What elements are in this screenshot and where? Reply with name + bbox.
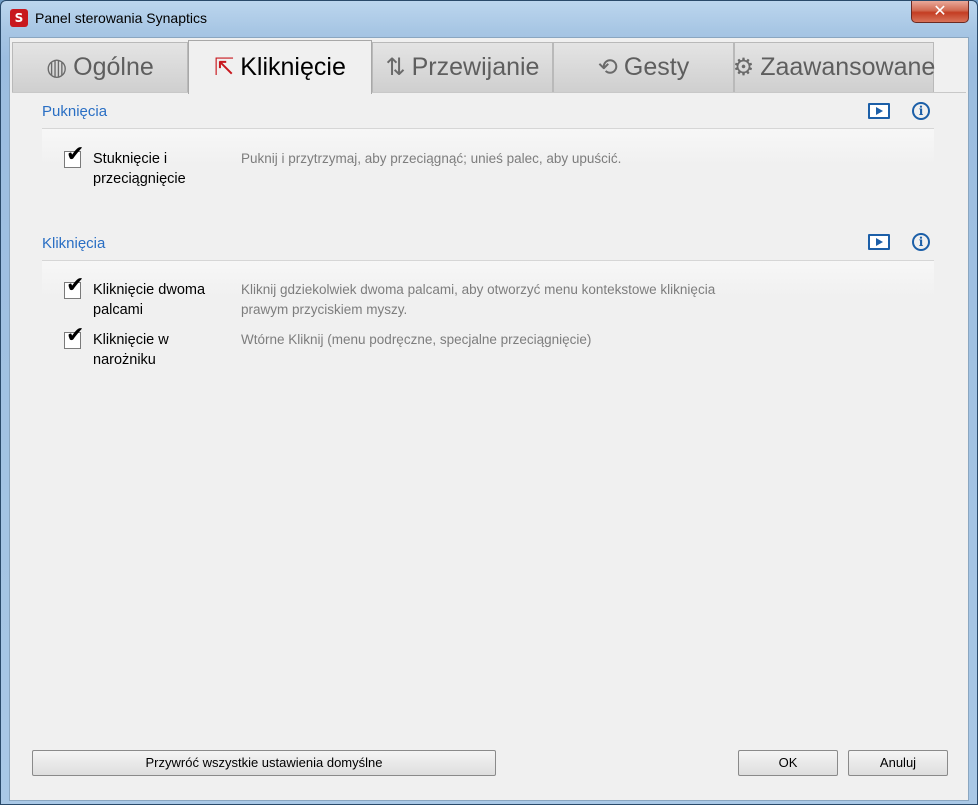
video-play-icon[interactable] [868, 234, 890, 250]
restore-defaults-button[interactable]: Przywróć wszystkie ustawienia domyślne [32, 750, 496, 776]
tab-klikniecie[interactable]: ⇱ Kliknięcie [188, 40, 372, 94]
option-label[interactable]: Stuknięcie i przeciągnięcie [93, 149, 233, 189]
window: S Panel sterowania Synaptics ✕ ◍ Ogólne … [0, 0, 978, 805]
tab-content-border [12, 92, 966, 93]
tab-gesty[interactable]: ⟲ Gesty [553, 42, 734, 92]
tab-label: Kliknięcie [240, 53, 346, 81]
tab-label: Zaawansowane [760, 53, 936, 81]
checkmark-icon: ✔ [66, 323, 85, 348]
option-label[interactable]: Kliknięcie w narożniku [93, 330, 233, 370]
synaptics-app-icon: S [10, 9, 28, 27]
tab-label: Gesty [623, 53, 690, 81]
title-bar[interactable]: S Panel sterowania Synaptics ✕ [1, 1, 977, 35]
checkbox[interactable]: ✔ [64, 325, 84, 349]
synaptics-logo-icon: ◍ [46, 54, 68, 81]
window-title: Panel sterowania Synaptics [35, 10, 207, 26]
close-button[interactable]: ✕ [911, 1, 969, 23]
option-description: Puknij i przytrzymaj, aby przeciągnąć; u… [241, 151, 622, 166]
checkmark-icon: ✔ [66, 273, 85, 298]
option-description: Kliknij gdziekolwiek dwoma palcami, aby … [241, 282, 716, 317]
option-label[interactable]: Kliknięcie dwoma palcami [93, 280, 233, 320]
click-cursor-icon: ⇱ [214, 54, 235, 81]
tab-zaawansowane[interactable]: ⚙ Zaawansowane [732, 42, 936, 92]
tab-label: Przewijanie [411, 53, 540, 81]
rotate-gesture-icon: ⟲ [597, 54, 618, 81]
cancel-button[interactable]: Anuluj [848, 750, 948, 776]
tab-strip: ◍ Ogólne ⇱ Kliknięcie ⇅ Przewijanie ⟲ Ge… [12, 40, 966, 94]
ok-button[interactable]: OK [738, 750, 838, 776]
tab-przewijanie[interactable]: ⇅ Przewijanie [372, 42, 553, 92]
gear-icon: ⚙ [732, 54, 755, 81]
scroll-arrows-icon: ⇅ [385, 54, 406, 81]
tab-label: Ogólne [73, 53, 154, 81]
video-play-icon[interactable] [868, 103, 890, 119]
info-icon[interactable]: i [912, 233, 930, 251]
checkbox[interactable]: ✔ [64, 144, 84, 168]
tab-ogolne[interactable]: ◍ Ogólne [12, 42, 188, 92]
section-title-pukniecia: Puknięcia [42, 103, 108, 120]
section-title-klikniecia: Kliknięcia [42, 235, 106, 252]
info-icon[interactable]: i [912, 102, 930, 120]
checkbox[interactable]: ✔ [64, 275, 84, 299]
option-description: Wtórne Kliknij (menu podręczne, specjaln… [241, 332, 592, 347]
dialog-client-area: ◍ Ogólne ⇱ Kliknięcie ⇅ Przewijanie ⟲ Ge… [9, 37, 969, 801]
checkmark-icon: ✔ [66, 142, 85, 167]
